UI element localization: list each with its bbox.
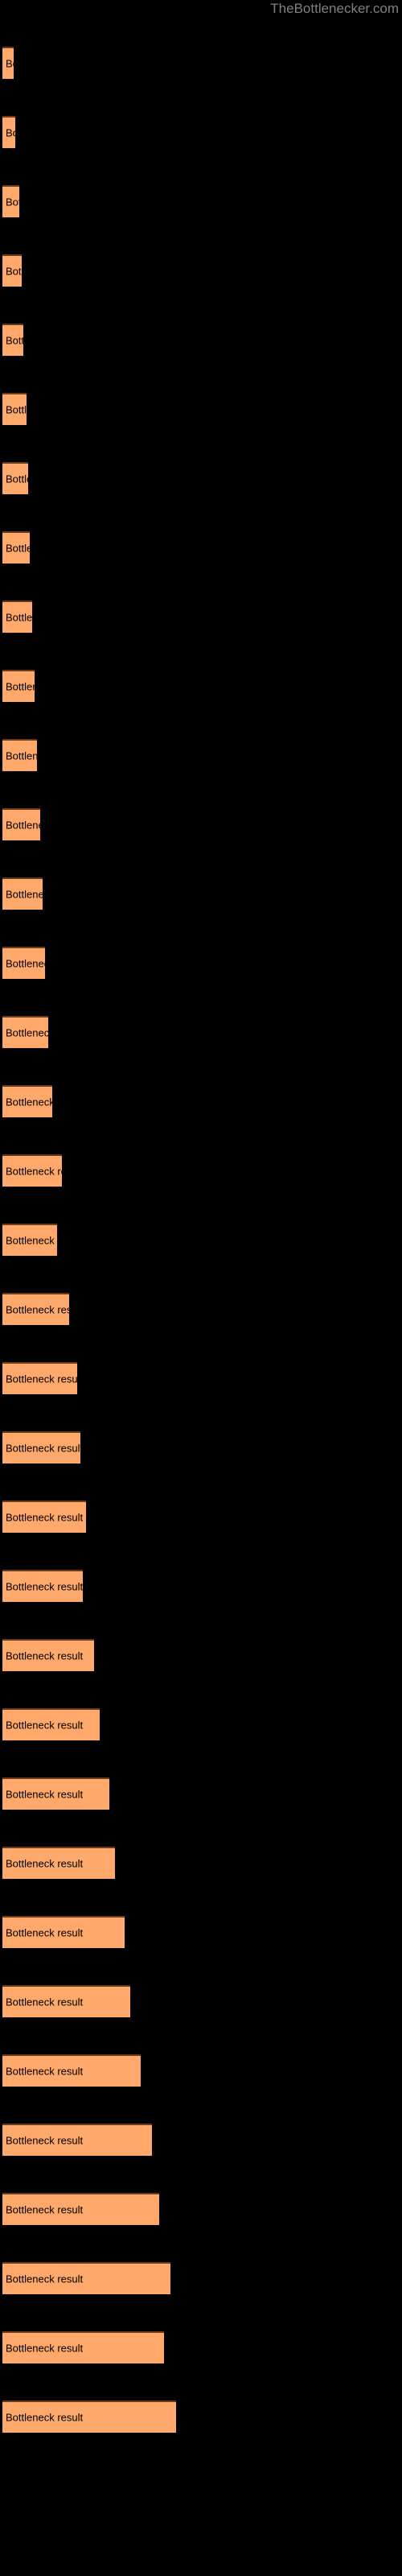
bar-label: Bottleneck result xyxy=(6,819,40,832)
bar[interactable]: Bottleneck result xyxy=(2,947,45,979)
bar[interactable]: Bottleneck result xyxy=(2,601,32,633)
bar[interactable]: Bottleneck result xyxy=(2,1362,77,1394)
bar[interactable]: Bottleneck result xyxy=(2,2262,170,2294)
bar-label: Bottleneck result xyxy=(6,126,15,139)
bar[interactable]: Bottleneck result xyxy=(2,1639,94,1671)
bar-label: Bottleneck result xyxy=(6,1511,84,1524)
bar[interactable]: Bottleneck result xyxy=(2,1224,57,1256)
bar-label: Bottleneck result xyxy=(6,1580,83,1593)
bar-label: Bottleneck result xyxy=(6,1996,84,2008)
bar-label: Bottleneck result xyxy=(6,2134,84,2147)
bar-label: Bottleneck result xyxy=(6,2065,84,2078)
bar-label: Bottleneck result xyxy=(6,2203,84,2216)
bar-label: Bottleneck result xyxy=(6,57,14,70)
bar-label: Bottleneck result xyxy=(6,2273,84,2285)
bar[interactable]: Bottleneck result xyxy=(2,670,35,702)
bar[interactable]: Bottleneck result xyxy=(2,324,23,356)
bar-label: Bottleneck result xyxy=(6,749,37,762)
bar[interactable]: Bottleneck result xyxy=(2,254,22,287)
bar[interactable]: Bottleneck result xyxy=(2,393,27,425)
bar-label: Bottleneck result xyxy=(6,196,19,208)
bar[interactable]: Bottleneck result xyxy=(2,2193,159,2225)
bar-label: Bottleneck result xyxy=(6,1373,77,1385)
bar-label: Bottleneck result xyxy=(6,1165,62,1178)
bar-label: Bottleneck result xyxy=(6,1303,69,1316)
bar-label: Bottleneck result xyxy=(6,1649,84,1662)
bar-label: Bottleneck result xyxy=(6,542,30,555)
bar-label: Bottleneck result xyxy=(6,403,27,416)
bar-label: Bottleneck result xyxy=(6,1096,52,1108)
bar[interactable]: Bottleneck result xyxy=(2,185,19,217)
bar[interactable]: Bottleneck result xyxy=(2,808,40,840)
bar-label: Bottleneck result xyxy=(6,1719,84,1732)
bar-label: Bottleneck result xyxy=(6,334,23,347)
bar[interactable]: Bottleneck result xyxy=(2,531,30,564)
bar[interactable]: Bottleneck result xyxy=(2,1708,100,1740)
bar-label: Bottleneck result xyxy=(6,2342,84,2355)
bar-label: Bottleneck result xyxy=(6,1026,48,1039)
bar[interactable]: Bottleneck result xyxy=(2,1570,83,1602)
bar[interactable]: Bottleneck result xyxy=(2,739,37,771)
bar[interactable]: Bottleneck result xyxy=(2,47,14,79)
bar-label: Bottleneck result xyxy=(6,888,43,901)
bar-label: Bottleneck result xyxy=(6,2411,84,2424)
bar-label: Bottleneck result xyxy=(6,473,28,485)
bar[interactable]: Bottleneck result xyxy=(2,1916,125,1948)
bar-label: Bottleneck result xyxy=(6,265,22,278)
bar[interactable]: Bottleneck result xyxy=(2,1293,69,1325)
bar[interactable]: Bottleneck result xyxy=(2,1501,86,1533)
bar[interactable]: Bottleneck result xyxy=(2,1016,48,1048)
bar[interactable]: Bottleneck result xyxy=(2,1085,52,1117)
bar[interactable]: Bottleneck result xyxy=(2,2054,141,2087)
bar-label: Bottleneck result xyxy=(6,611,32,624)
bar-label: Bottleneck result xyxy=(6,1442,80,1455)
bar[interactable]: Bottleneck result xyxy=(2,462,28,494)
bar[interactable]: Bottleneck result xyxy=(2,2401,176,2433)
bar[interactable]: Bottleneck result xyxy=(2,877,43,910)
bar[interactable]: Bottleneck result xyxy=(2,2124,152,2156)
bar[interactable]: Bottleneck result xyxy=(2,2331,164,2363)
bottleneck-bar-chart: Bottleneck result Bottleneck result Bottle… xyxy=(0,0,402,2576)
bar[interactable]: Bottleneck result xyxy=(2,1985,130,2017)
bar-label: Bottleneck result xyxy=(6,957,45,970)
bar[interactable]: Bottleneck result xyxy=(2,1154,62,1187)
bar-label: Bottleneck result xyxy=(6,680,35,693)
bar[interactable]: Bottleneck result xyxy=(2,1431,80,1463)
bar[interactable]: Bottleneck result xyxy=(2,1777,109,1810)
bar-label: Bottleneck result xyxy=(6,1234,57,1247)
bar[interactable]: Bottleneck result xyxy=(2,116,15,148)
bar-label: Bottleneck result xyxy=(6,1788,84,1801)
bar[interactable]: Bottleneck result xyxy=(2,1847,115,1879)
bar-label: Bottleneck result xyxy=(6,1926,84,1939)
bar-label: Bottleneck result xyxy=(6,1857,84,1870)
